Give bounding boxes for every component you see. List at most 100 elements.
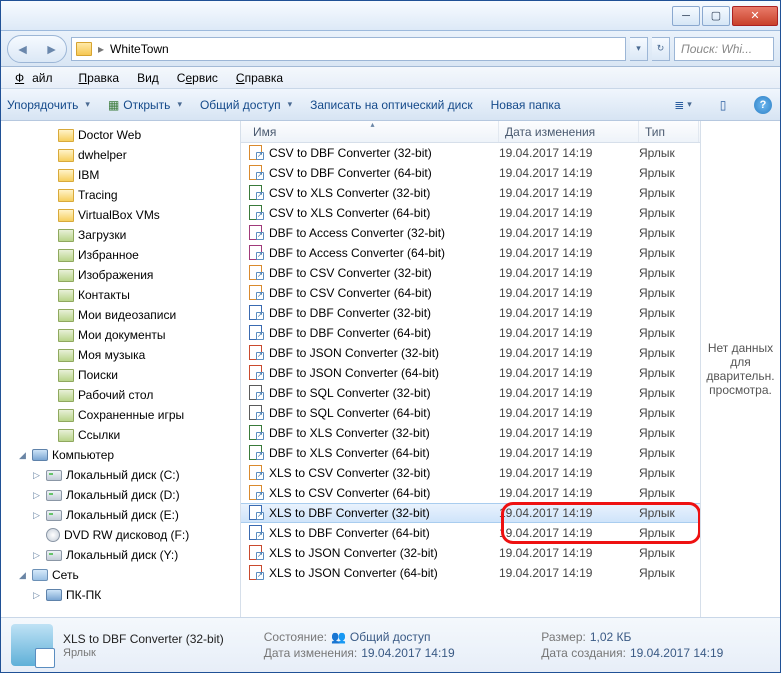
back-icon[interactable]: ◄ xyxy=(16,41,30,57)
expand-icon[interactable]: ▷ xyxy=(31,510,42,521)
minimize-button[interactable]: ─ xyxy=(672,6,700,26)
dvd-icon xyxy=(46,528,60,542)
close-button[interactable]: ✕ xyxy=(732,6,778,26)
tree-item[interactable]: Моя музыка xyxy=(3,345,240,365)
menu-file[interactable]: Файл xyxy=(7,69,69,87)
search-input[interactable]: Поиск: Whi... xyxy=(674,37,774,61)
file-row[interactable]: XLS to CSV Converter (64-bit)19.04.2017 … xyxy=(241,483,700,503)
tree-item[interactable]: ◢Компьютер xyxy=(3,445,240,465)
forward-icon[interactable]: ► xyxy=(45,41,59,57)
tree-item[interactable]: Мои видеозаписи xyxy=(3,305,240,325)
col-modified[interactable]: Дата изменения xyxy=(499,121,639,142)
expand-icon[interactable]: ▷ xyxy=(31,470,42,481)
tree-item[interactable]: Избранное xyxy=(3,245,240,265)
spec-icon xyxy=(58,309,74,322)
col-type[interactable]: Тип xyxy=(639,121,699,142)
file-row[interactable]: DBF to JSON Converter (32-bit)19.04.2017… xyxy=(241,343,700,363)
share-button[interactable]: Общий доступ xyxy=(200,98,292,112)
file-row[interactable]: DBF to Access Converter (64-bit)19.04.20… xyxy=(241,243,700,263)
file-type: Ярлык xyxy=(633,546,693,560)
menu-edit[interactable]: Правка xyxy=(71,69,128,87)
file-row[interactable]: DBF to CSV Converter (64-bit)19.04.2017 … xyxy=(241,283,700,303)
file-row[interactable]: XLS to DBF Converter (32-bit)19.04.2017 … xyxy=(241,503,700,523)
tree-item[interactable]: Doctor Web xyxy=(3,125,240,145)
tree-item[interactable]: dwhelper xyxy=(3,145,240,165)
help-button[interactable]: ? xyxy=(752,94,774,116)
file-list[interactable]: CSV to DBF Converter (32-bit)19.04.2017 … xyxy=(241,143,700,617)
file-row[interactable]: CSV to DBF Converter (32-bit)19.04.2017 … xyxy=(241,143,700,163)
file-name: XLS to JSON Converter (32-bit) xyxy=(269,546,438,560)
tree-item[interactable]: IBM xyxy=(3,165,240,185)
col-name[interactable]: Имя ▴ xyxy=(247,121,499,142)
shortcut-icon xyxy=(249,265,265,281)
file-name: DBF to XLS Converter (64-bit) xyxy=(269,446,430,460)
menu-tools[interactable]: Сервис xyxy=(169,69,226,87)
file-row[interactable]: CSV to XLS Converter (32-bit)19.04.2017 … xyxy=(241,183,700,203)
file-row[interactable]: DBF to XLS Converter (32-bit)19.04.2017 … xyxy=(241,423,700,443)
file-row[interactable]: DBF to SQL Converter (64-bit)19.04.2017 … xyxy=(241,403,700,423)
file-row[interactable]: DBF to CSV Converter (32-bit)19.04.2017 … xyxy=(241,263,700,283)
expand-icon[interactable]: ◢ xyxy=(17,450,28,461)
tree-item[interactable]: Tracing xyxy=(3,185,240,205)
file-row[interactable]: DBF to JSON Converter (64-bit)19.04.2017… xyxy=(241,363,700,383)
tree-item[interactable]: ▷ПК-ПК xyxy=(3,585,240,605)
tree-item[interactable]: Загрузки xyxy=(3,225,240,245)
tree-item[interactable]: ▷Локальный диск (C:) xyxy=(3,465,240,485)
tree-item[interactable]: Мои документы xyxy=(3,325,240,345)
shortcut-icon xyxy=(249,145,265,161)
maximize-button[interactable]: ▢ xyxy=(702,6,730,26)
open-button[interactable]: ▦ Открыть ▾ xyxy=(108,98,182,112)
comp-icon xyxy=(46,589,62,601)
file-row[interactable]: XLS to JSON Converter (64-bit)19.04.2017… xyxy=(241,563,700,583)
file-row[interactable]: XLS to JSON Converter (32-bit)19.04.2017… xyxy=(241,543,700,563)
file-row[interactable]: CSV to XLS Converter (64-bit)19.04.2017 … xyxy=(241,203,700,223)
tree-item[interactable]: VirtualBox VMs xyxy=(3,205,240,225)
expand-icon[interactable]: ◢ xyxy=(17,570,28,581)
tree-item[interactable]: DVD RW дисковод (F:) xyxy=(3,525,240,545)
file-row[interactable]: DBF to Access Converter (32-bit)19.04.20… xyxy=(241,223,700,243)
file-type: Ярлык xyxy=(633,286,693,300)
burn-button[interactable]: Записать на оптический диск xyxy=(310,98,473,112)
file-name: XLS to CSV Converter (64-bit) xyxy=(269,486,430,500)
tree-item[interactable]: ▷Локальный диск (Y:) xyxy=(3,545,240,565)
view-mode-button[interactable]: ≣ xyxy=(672,94,694,116)
titlebar[interactable]: ─ ▢ ✕ xyxy=(1,1,780,31)
expand-icon[interactable]: ▷ xyxy=(31,590,42,601)
tree-item[interactable]: Сохраненные игры xyxy=(3,405,240,425)
file-row[interactable]: DBF to XLS Converter (64-bit)19.04.2017 … xyxy=(241,443,700,463)
file-type: Ярлык xyxy=(633,486,693,500)
history-dropdown[interactable]: ▾ xyxy=(630,37,648,61)
tree-item[interactable]: Изображения xyxy=(3,265,240,285)
tree-item[interactable]: Контакты xyxy=(3,285,240,305)
menu-help[interactable]: Справка xyxy=(228,69,291,87)
newfolder-button[interactable]: Новая папка xyxy=(491,98,561,112)
navigation-tree[interactable]: Doctor WebdwhelperIBMTracingVirtualBox V… xyxy=(1,121,241,617)
file-type: Ярлык xyxy=(633,306,693,320)
breadcrumb[interactable]: ▸ WhiteTown xyxy=(71,37,626,61)
expand-icon[interactable]: ▷ xyxy=(31,550,42,561)
tree-item[interactable]: Рабочий стол xyxy=(3,385,240,405)
file-row[interactable]: DBF to SQL Converter (32-bit)19.04.2017 … xyxy=(241,383,700,403)
preview-pane: Нет данных для дварительн. просмотра. xyxy=(700,121,780,617)
nav-buttons[interactable]: ◄ ► xyxy=(7,35,67,63)
file-type: Ярлык xyxy=(633,226,693,240)
preview-pane-button[interactable]: ▯ xyxy=(712,94,734,116)
organize-button[interactable]: Упорядочить xyxy=(7,98,90,112)
expand-icon[interactable]: ▷ xyxy=(31,490,42,501)
file-row[interactable]: DBF to DBF Converter (64-bit)19.04.2017 … xyxy=(241,323,700,343)
file-row[interactable]: DBF to DBF Converter (32-bit)19.04.2017 … xyxy=(241,303,700,323)
refresh-button[interactable]: ↻ xyxy=(652,37,670,61)
file-row[interactable]: CSV to DBF Converter (64-bit)19.04.2017 … xyxy=(241,163,700,183)
breadcrumb-text[interactable]: WhiteTown xyxy=(110,42,169,56)
file-row[interactable]: XLS to CSV Converter (32-bit)19.04.2017 … xyxy=(241,463,700,483)
tree-item[interactable]: Ссылки xyxy=(3,425,240,445)
tree-item[interactable]: ▷Локальный диск (D:) xyxy=(3,485,240,505)
menu-view[interactable]: Вид xyxy=(129,69,167,87)
file-date: 19.04.2017 14:19 xyxy=(493,506,633,520)
shortcut-icon xyxy=(249,405,265,421)
tree-item[interactable]: ▷Локальный диск (E:) xyxy=(3,505,240,525)
tree-item[interactable]: ◢Сеть xyxy=(3,565,240,585)
file-name: DBF to Access Converter (64-bit) xyxy=(269,246,445,260)
file-row[interactable]: XLS to DBF Converter (64-bit)19.04.2017 … xyxy=(241,523,700,543)
tree-item[interactable]: Поиски xyxy=(3,365,240,385)
